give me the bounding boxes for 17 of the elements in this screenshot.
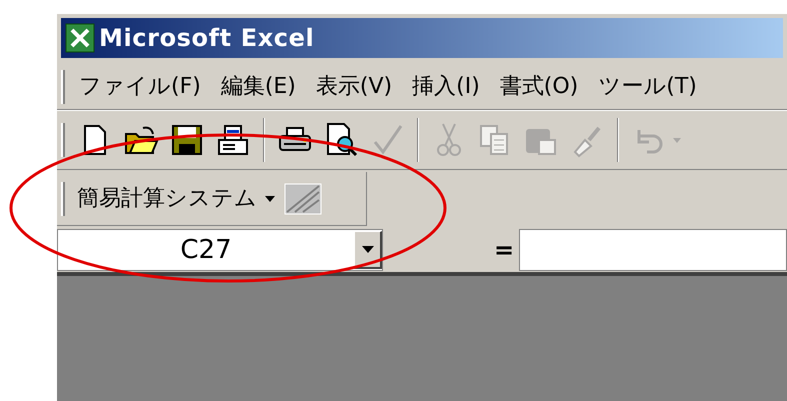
menu-item[interactable]: ファイル(F) [69, 70, 211, 103]
menu-item[interactable]: 表示(V) [306, 70, 402, 103]
menu-item[interactable]: 書式(O) [490, 70, 588, 103]
dropdown-menu[interactable]: 簡易計算システム [77, 182, 275, 215]
caret-icon [265, 196, 275, 202]
menu-item[interactable]: 編集(E) [210, 70, 306, 103]
resize-grip-icon[interactable] [283, 182, 323, 216]
cell-reference: C27 [179, 234, 233, 266]
window-title: Microsoft Excel [99, 23, 314, 54]
caret-icon [362, 246, 374, 253]
name-box[interactable]: C27 [57, 229, 383, 271]
menu-item[interactable]: 挿入(I) [402, 70, 490, 103]
equals-sign: = [492, 235, 516, 266]
spreadsheet-logo-icon [65, 23, 95, 53]
formula-field[interactable] [519, 229, 787, 271]
menu-item[interactable]: ツール(T) [588, 70, 707, 103]
dropdown-button[interactable] [354, 231, 382, 269]
